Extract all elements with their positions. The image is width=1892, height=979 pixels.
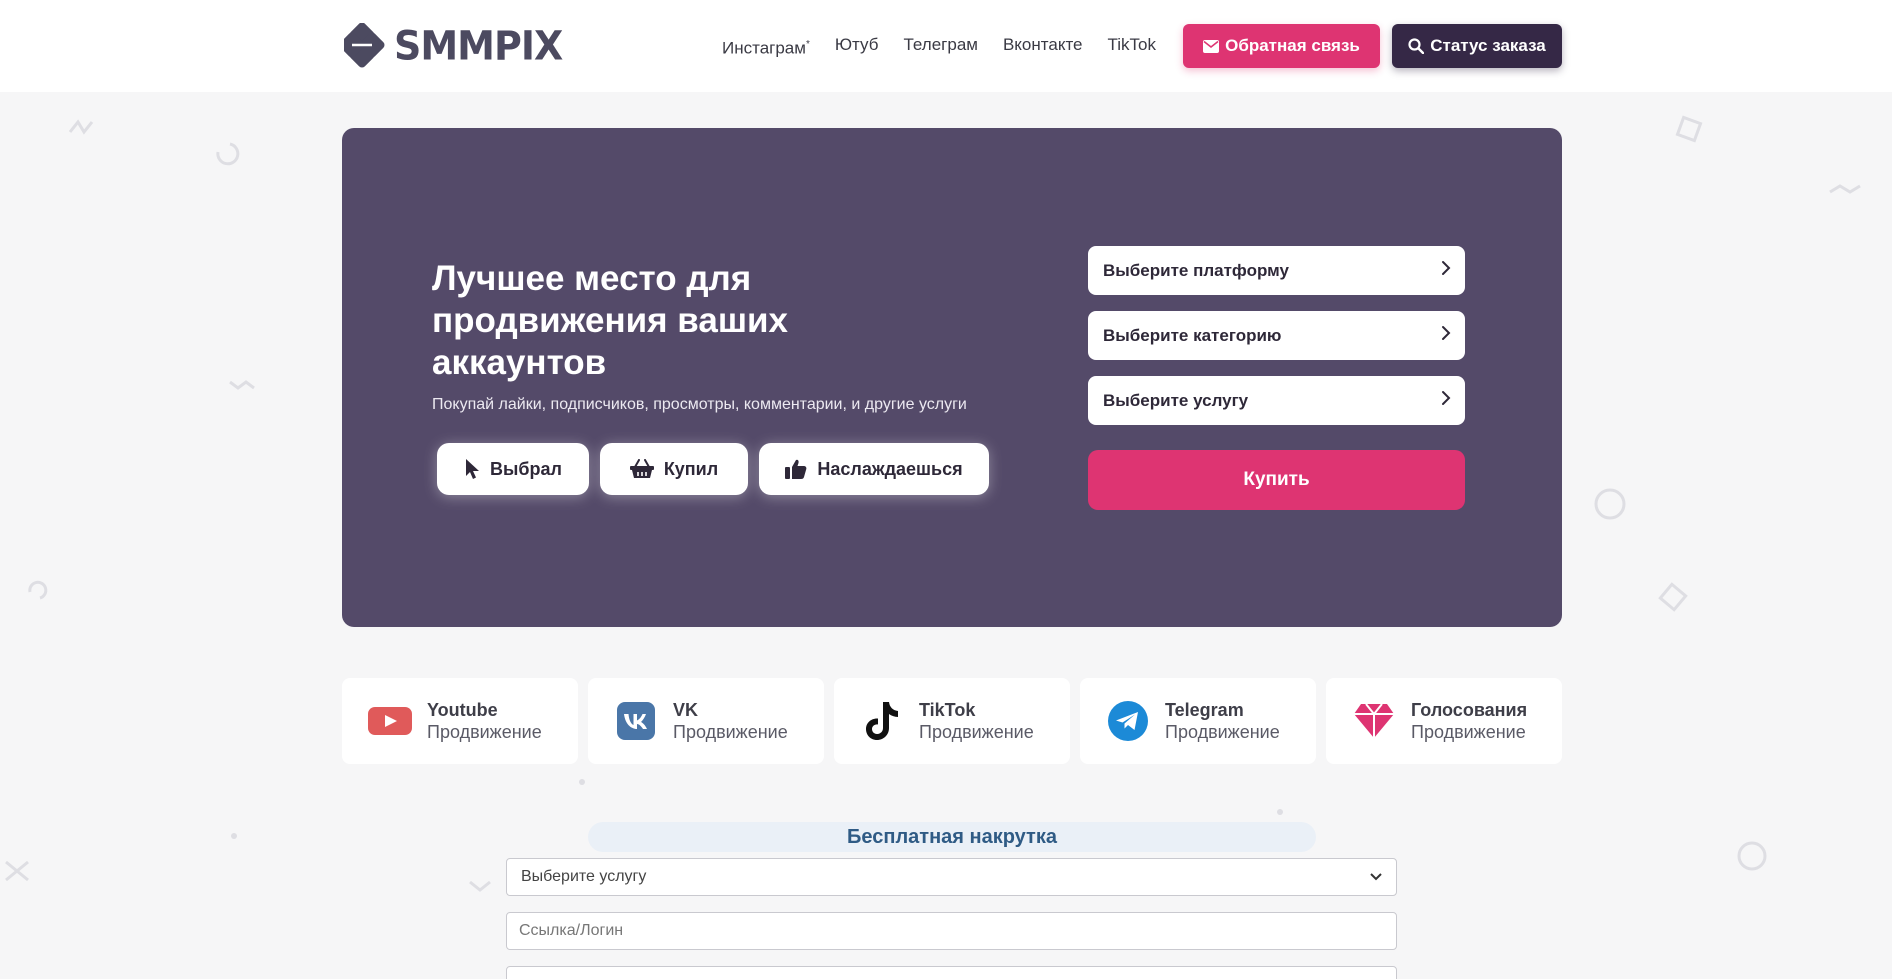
- platform-name: Telegram: [1165, 699, 1244, 720]
- platform-sub: Продвижение: [427, 721, 542, 742]
- platform-card-youtube[interactable]: Youtube Продвижение: [342, 678, 578, 764]
- feedback-button[interactable]: Обратная связь: [1183, 24, 1380, 68]
- header: SMMPIX Инстаграм* Ютуб Телеграм Вконтакт…: [0, 0, 1892, 92]
- platform-sub: Продвижение: [673, 721, 788, 742]
- chevron-right-icon: [1441, 325, 1451, 346]
- platform-name: VK: [673, 699, 699, 720]
- free-service-select[interactable]: Выберите услугу: [506, 858, 1397, 896]
- envelope-icon: [1203, 39, 1220, 53]
- select-category-label: Выберите категорию: [1103, 325, 1282, 345]
- logo-text: SMMPIX: [394, 22, 563, 70]
- hero-panel: Лучшее место для продвижения ваших аккау…: [342, 128, 1562, 627]
- third-input-field[interactable]: [506, 966, 1397, 979]
- step-enjoy-button[interactable]: Наслаждаешься: [759, 443, 989, 495]
- platform-name: TikTok: [919, 699, 976, 720]
- order-selects: Выберите платформу Выберите категорию Вы…: [1088, 246, 1465, 441]
- select-platform-label: Выберите платформу: [1103, 260, 1289, 280]
- select-service-label: Выберите услугу: [1103, 390, 1249, 410]
- main-nav: Инстаграм* Ютуб Телеграм Вконтакте TikTo…: [722, 34, 1181, 60]
- cursor-icon: [464, 458, 480, 480]
- platform-card-vk[interactable]: VK Продвижение: [588, 678, 824, 764]
- platform-name: Youtube: [427, 699, 498, 720]
- basket-icon: [629, 459, 654, 479]
- platform-card-voting[interactable]: Голосования Продвижение: [1326, 678, 1562, 764]
- hero-title: Лучшее место для продвижения ваших аккау…: [432, 259, 788, 382]
- chevron-down-icon: [1370, 868, 1382, 886]
- logo[interactable]: SMMPIX: [344, 20, 563, 72]
- thumbs-up-icon: [785, 459, 807, 479]
- platform-name: Голосования: [1411, 699, 1528, 720]
- platform-cards: Youtube Продвижение VK Продвижение TikTo…: [342, 678, 1562, 764]
- nav-telegram[interactable]: Телеграм: [903, 34, 978, 60]
- chevron-right-icon: [1441, 260, 1451, 281]
- youtube-icon: [367, 698, 413, 744]
- buy-button[interactable]: Купить: [1088, 450, 1465, 510]
- select-platform[interactable]: Выберите платформу: [1088, 246, 1465, 295]
- link-login-input[interactable]: [506, 912, 1397, 950]
- telegram-icon: [1105, 698, 1151, 744]
- nav-instagram-mark: *: [805, 39, 810, 50]
- platform-sub: Продвижение: [1165, 721, 1280, 742]
- tiktok-icon: [859, 698, 905, 744]
- step-chose-label: Выбрал: [490, 458, 562, 479]
- step-bought-label: Купил: [663, 458, 719, 479]
- free-boost-title: Бесплатная накрутка: [588, 822, 1316, 852]
- step-chose-button[interactable]: Выбрал: [437, 443, 589, 495]
- step-enjoy-label: Наслаждаешься: [817, 458, 963, 479]
- select-service[interactable]: Выберите услугу: [1088, 376, 1465, 425]
- feedback-button-label: Обратная связь: [1225, 36, 1360, 55]
- select-category[interactable]: Выберите категорию: [1088, 311, 1465, 360]
- logo-mark-icon: [344, 23, 385, 68]
- nav-instagram-label: Инстаграм: [722, 38, 806, 58]
- free-service-select-value: Выберите услугу: [521, 868, 647, 885]
- hero-subtitle: Покупай лайки, подписчиков, просмотры, к…: [432, 396, 967, 413]
- nav-tiktok[interactable]: TikTok: [1108, 34, 1157, 60]
- platform-card-telegram[interactable]: Telegram Продвижение: [1080, 678, 1316, 764]
- diamond-icon: [1351, 698, 1397, 744]
- order-status-button[interactable]: Статус заказа: [1392, 24, 1562, 68]
- platform-sub: Продвижение: [919, 721, 1034, 742]
- search-icon: [1408, 38, 1425, 54]
- chevron-right-icon: [1441, 390, 1451, 411]
- vk-icon: [613, 698, 659, 744]
- order-status-button-label: Статус заказа: [1430, 36, 1546, 55]
- nav-youtube[interactable]: Ютуб: [835, 34, 879, 60]
- nav-vkontakte[interactable]: Вконтакте: [1003, 34, 1083, 60]
- platform-sub: Продвижение: [1411, 721, 1526, 742]
- steps-row: Выбрал Купил Наслаждаешься: [437, 443, 989, 495]
- step-bought-button[interactable]: Купил: [600, 443, 748, 495]
- platform-card-tiktok[interactable]: TikTok Продвижение: [834, 678, 1070, 764]
- nav-instagram[interactable]: Инстаграм*: [722, 34, 810, 60]
